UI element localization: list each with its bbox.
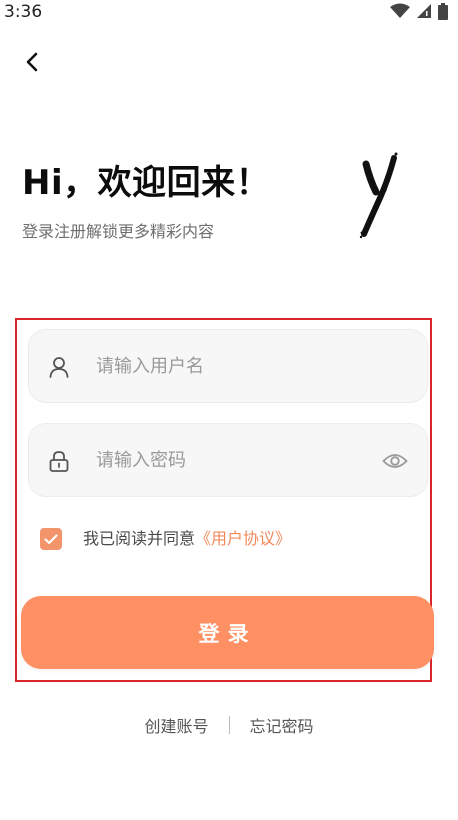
eye-icon[interactable] xyxy=(382,450,408,472)
agreement-checkbox[interactable] xyxy=(40,528,62,550)
agreement-text: 我已阅读并同意《用户协议》 xyxy=(83,528,291,550)
page-subtitle: 登录注册解锁更多精彩内容 xyxy=(22,222,215,241)
status-icons xyxy=(390,2,448,20)
page-title: Hi，欢迎回来！ xyxy=(22,163,271,203)
user-icon xyxy=(49,357,69,378)
status-time: 3:36 xyxy=(4,2,43,22)
back-button[interactable] xyxy=(16,46,48,78)
user-agreement-link[interactable]: 《用户协议》 xyxy=(195,529,291,548)
footer-links: 创建账号 忘记密码 xyxy=(0,713,458,737)
agreement-label: 我已阅读并同意 xyxy=(83,529,196,548)
signal-icon xyxy=(417,4,431,18)
password-input[interactable] xyxy=(96,424,386,496)
username-field[interactable] xyxy=(28,329,428,403)
username-input[interactable] xyxy=(96,330,386,402)
forgot-password-link[interactable]: 忘记密码 xyxy=(250,713,314,737)
battery-icon xyxy=(438,2,448,20)
login-button[interactable]: 登录 xyxy=(21,596,434,669)
lock-icon xyxy=(49,451,69,472)
footer-divider xyxy=(228,716,230,734)
password-field[interactable] xyxy=(28,423,428,497)
wifi-icon xyxy=(390,3,410,18)
check-icon xyxy=(44,533,58,544)
chevron-left-icon xyxy=(26,52,38,72)
create-account-link[interactable]: 创建账号 xyxy=(144,713,208,737)
brush-logo xyxy=(359,152,398,239)
